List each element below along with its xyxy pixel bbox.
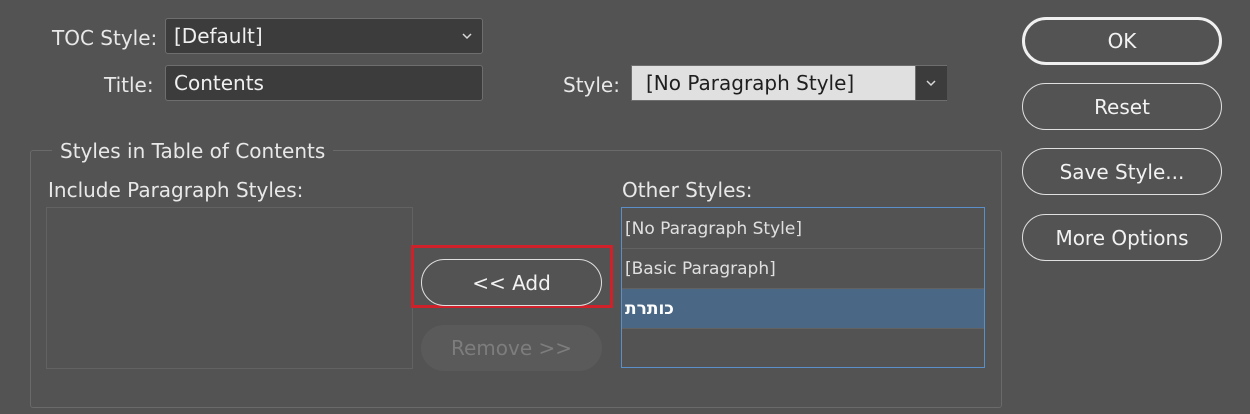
other-styles-list[interactable]: [No Paragraph Style] [Basic Paragraph] כ… [621, 207, 985, 368]
ok-button[interactable]: OK [1022, 17, 1222, 65]
styles-group-title: Styles in Table of Contents [52, 139, 334, 163]
title-value: Contents [174, 71, 264, 95]
toc-style-value: [Default] [174, 24, 263, 48]
more-options-button[interactable]: More Options [1022, 214, 1222, 261]
list-item[interactable]: [Basic Paragraph] [622, 249, 984, 289]
style-label: Style: [563, 73, 620, 97]
remove-button[interactable]: Remove >> [421, 325, 602, 371]
title-input[interactable]: Contents [165, 65, 483, 101]
chevron-down-icon [926, 80, 936, 87]
add-button[interactable]: << Add [421, 259, 602, 306]
include-styles-label: Include Paragraph Styles: [48, 178, 304, 202]
list-item-selected[interactable]: כותרת [622, 289, 984, 329]
save-style-button[interactable]: Save Style... [1022, 148, 1222, 195]
title-label: Title: [104, 73, 154, 97]
toc-style-dropdown[interactable]: [Default] [165, 18, 483, 54]
chevron-down-icon [462, 33, 472, 40]
other-styles-label: Other Styles: [622, 178, 753, 202]
style-dropdown[interactable]: [No Paragraph Style] [631, 65, 947, 101]
list-item[interactable]: [No Paragraph Style] [622, 209, 984, 249]
style-dropdown-toggle[interactable] [915, 66, 947, 100]
toc-style-label: TOC Style: [52, 26, 158, 50]
style-value: [No Paragraph Style] [632, 66, 915, 100]
include-styles-list[interactable] [46, 207, 413, 369]
reset-button[interactable]: Reset [1022, 83, 1222, 130]
list-item-label: כותרת [625, 298, 674, 319]
